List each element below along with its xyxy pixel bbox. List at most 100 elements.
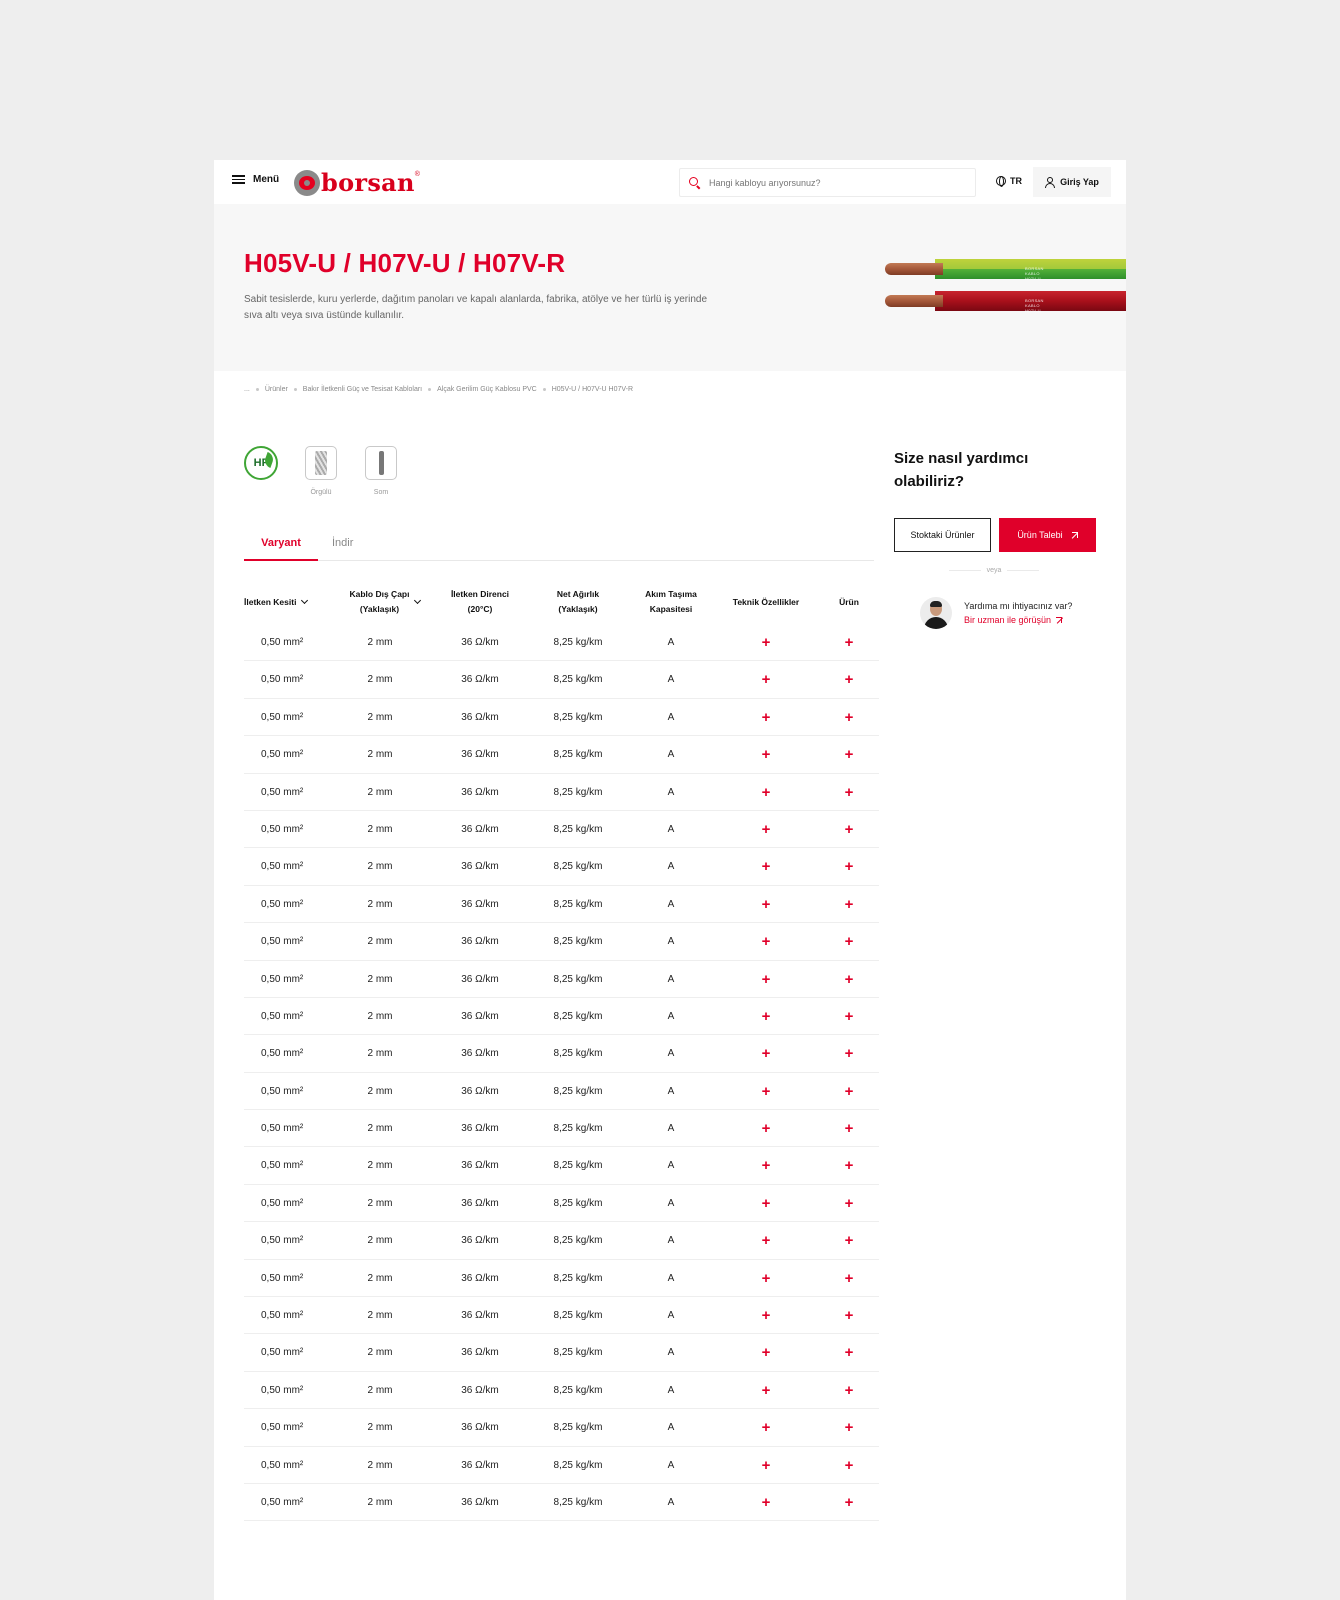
breadcrumb-item[interactable]: Ürünler — [265, 386, 288, 393]
technical-details-plus-icon[interactable]: + — [762, 1458, 771, 1473]
chevron-down-icon[interactable] — [414, 596, 422, 605]
cell-direnc: 36 Ω/km — [440, 736, 520, 773]
breadcrumb-item[interactable]: Alçak Gerilim Güç Kablosu PVC — [437, 386, 537, 393]
technical-details-plus-icon[interactable]: + — [762, 1420, 771, 1435]
chevron-down-icon[interactable] — [301, 596, 309, 605]
expert-link[interactable]: Bir uzman ile görüşün — [964, 615, 1072, 625]
cell-cap: 2 mm — [340, 774, 420, 811]
product-plus-icon[interactable]: + — [845, 635, 854, 650]
tab-variant[interactable]: Varyant — [244, 537, 318, 561]
cell-kesit: 0,50 mm² — [244, 1260, 324, 1297]
technical-details-plus-icon[interactable]: + — [762, 1495, 771, 1510]
cell-cap: 2 mm — [340, 1110, 420, 1147]
technical-details-plus-icon[interactable]: + — [762, 1009, 771, 1024]
product-plus-icon[interactable]: + — [845, 1233, 854, 1248]
technical-details-plus-icon[interactable]: + — [762, 1121, 771, 1136]
product-plus-icon[interactable]: + — [845, 1458, 854, 1473]
cell-kesit-text: 0,50 mm² — [261, 1123, 304, 1135]
product-plus-icon[interactable]: + — [845, 972, 854, 987]
product-cell: + — [826, 1110, 872, 1147]
table-row: 0,50 mm² 2 mm 36 Ω/km 8,25 kg/km A + + — [244, 923, 879, 961]
product-cell: + — [826, 661, 872, 698]
product-plus-icon[interactable]: + — [845, 897, 854, 912]
cell-agirlik-text: 8,25 kg/km — [553, 1235, 603, 1247]
product-plus-icon[interactable]: + — [845, 672, 854, 687]
cell-akim-text: A — [667, 1384, 675, 1396]
technical-details-plus-icon[interactable]: + — [762, 1308, 771, 1323]
cell-kesit-text: 0,50 mm² — [261, 637, 304, 648]
cell-agirlik: 8,25 kg/km — [538, 848, 618, 885]
cell-akim: A — [638, 1073, 704, 1110]
product-plus-icon[interactable]: + — [845, 1495, 854, 1510]
cell-cap-text: 2 mm — [367, 1496, 393, 1508]
cell-direnc: 36 Ω/km — [440, 624, 520, 661]
breadcrumb-item[interactable]: Bakır İletkenli Güç ve Tesisat Kabloları — [303, 386, 422, 393]
menu-button[interactable]: Menü — [232, 174, 279, 185]
cell-kesit-text: 0,50 mm² — [261, 1384, 304, 1396]
technical-details-plus-icon[interactable]: + — [762, 1345, 771, 1360]
cell-direnc-text: 36 Ω/km — [461, 674, 499, 686]
language-label: TR — [1010, 176, 1022, 186]
technical-details-plus-icon[interactable]: + — [762, 1084, 771, 1099]
cell-direnc-text: 36 Ω/km — [461, 823, 499, 835]
product-request-button[interactable]: Ürün Talebi — [999, 518, 1096, 552]
login-button[interactable]: Giriş Yap — [1033, 167, 1111, 197]
technical-details-plus-icon[interactable]: + — [762, 1271, 771, 1286]
cell-akim: A — [638, 774, 704, 811]
technical-details-plus-icon[interactable]: + — [762, 897, 771, 912]
product-plus-icon[interactable]: + — [845, 785, 854, 800]
product-plus-icon[interactable]: + — [845, 859, 854, 874]
tab-download[interactable]: İndir — [332, 537, 358, 561]
technical-details-plus-icon[interactable]: + — [762, 672, 771, 687]
cell-akim-text: A — [667, 973, 675, 985]
product-cell: + — [826, 961, 872, 998]
technical-details-plus-icon[interactable]: + — [762, 1158, 771, 1173]
product-plus-icon[interactable]: + — [845, 822, 854, 837]
technical-details-plus-icon[interactable]: + — [762, 1046, 771, 1061]
cell-akim: A — [638, 1447, 704, 1484]
technical-details-plus-icon[interactable]: + — [762, 747, 771, 762]
cell-akim-text: A — [667, 1160, 675, 1172]
search-input[interactable] — [709, 177, 949, 188]
technical-details-cell: + — [726, 1073, 806, 1110]
technical-details-plus-icon[interactable]: + — [762, 635, 771, 650]
technical-details-plus-icon[interactable]: + — [762, 972, 771, 987]
product-plus-icon[interactable]: + — [845, 1345, 854, 1360]
cell-akim-text: A — [667, 637, 675, 648]
technical-details-plus-icon[interactable]: + — [762, 710, 771, 725]
product-cell: + — [826, 923, 872, 960]
table-row: 0,50 mm² 2 mm 36 Ω/km 8,25 kg/km A + + — [244, 1147, 879, 1185]
technical-details-plus-icon[interactable]: + — [762, 1233, 771, 1248]
product-plus-icon[interactable]: + — [845, 1121, 854, 1136]
product-title: H05V-U / H07V-U / H07V-R — [244, 248, 566, 278]
column-header-cap[interactable]: Kablo Dış Çapı (Yaklaşık) — [340, 580, 430, 624]
cell-akim: A — [638, 1484, 704, 1521]
product-plus-icon[interactable]: + — [845, 1084, 854, 1099]
product-plus-icon[interactable]: + — [845, 1383, 854, 1398]
cell-cap: 2 mm — [340, 1147, 420, 1184]
technical-details-plus-icon[interactable]: + — [762, 1383, 771, 1398]
borsan-logo[interactable]: borsan ® — [294, 168, 420, 197]
breadcrumb: ... Ürünler Bakır İletkenli Güç ve Tesis… — [244, 386, 633, 393]
product-plus-icon[interactable]: + — [845, 1046, 854, 1061]
language-selector[interactable]: TR — [996, 176, 1022, 187]
cell-agirlik-text: 8,25 kg/km — [553, 973, 603, 985]
technical-details-plus-icon[interactable]: + — [762, 822, 771, 837]
column-header-kesit[interactable]: İletken Kesiti — [244, 580, 324, 624]
technical-details-plus-icon[interactable]: + — [762, 934, 771, 949]
product-plus-icon[interactable]: + — [845, 1196, 854, 1211]
product-plus-icon[interactable]: + — [845, 1009, 854, 1024]
product-plus-icon[interactable]: + — [845, 1158, 854, 1173]
product-plus-icon[interactable]: + — [845, 710, 854, 725]
product-plus-icon[interactable]: + — [845, 1271, 854, 1286]
product-plus-icon[interactable]: + — [845, 1420, 854, 1435]
product-plus-icon[interactable]: + — [845, 747, 854, 762]
product-plus-icon[interactable]: + — [845, 934, 854, 949]
technical-details-plus-icon[interactable]: + — [762, 1196, 771, 1211]
stock-products-button[interactable]: Stoktaki Ürünler — [894, 518, 991, 552]
technical-details-plus-icon[interactable]: + — [762, 859, 771, 874]
technical-details-plus-icon[interactable]: + — [762, 785, 771, 800]
product-plus-icon[interactable]: + — [845, 1308, 854, 1323]
breadcrumb-item[interactable]: ... — [244, 386, 250, 393]
cell-kesit: 0,50 mm² — [244, 1334, 324, 1371]
